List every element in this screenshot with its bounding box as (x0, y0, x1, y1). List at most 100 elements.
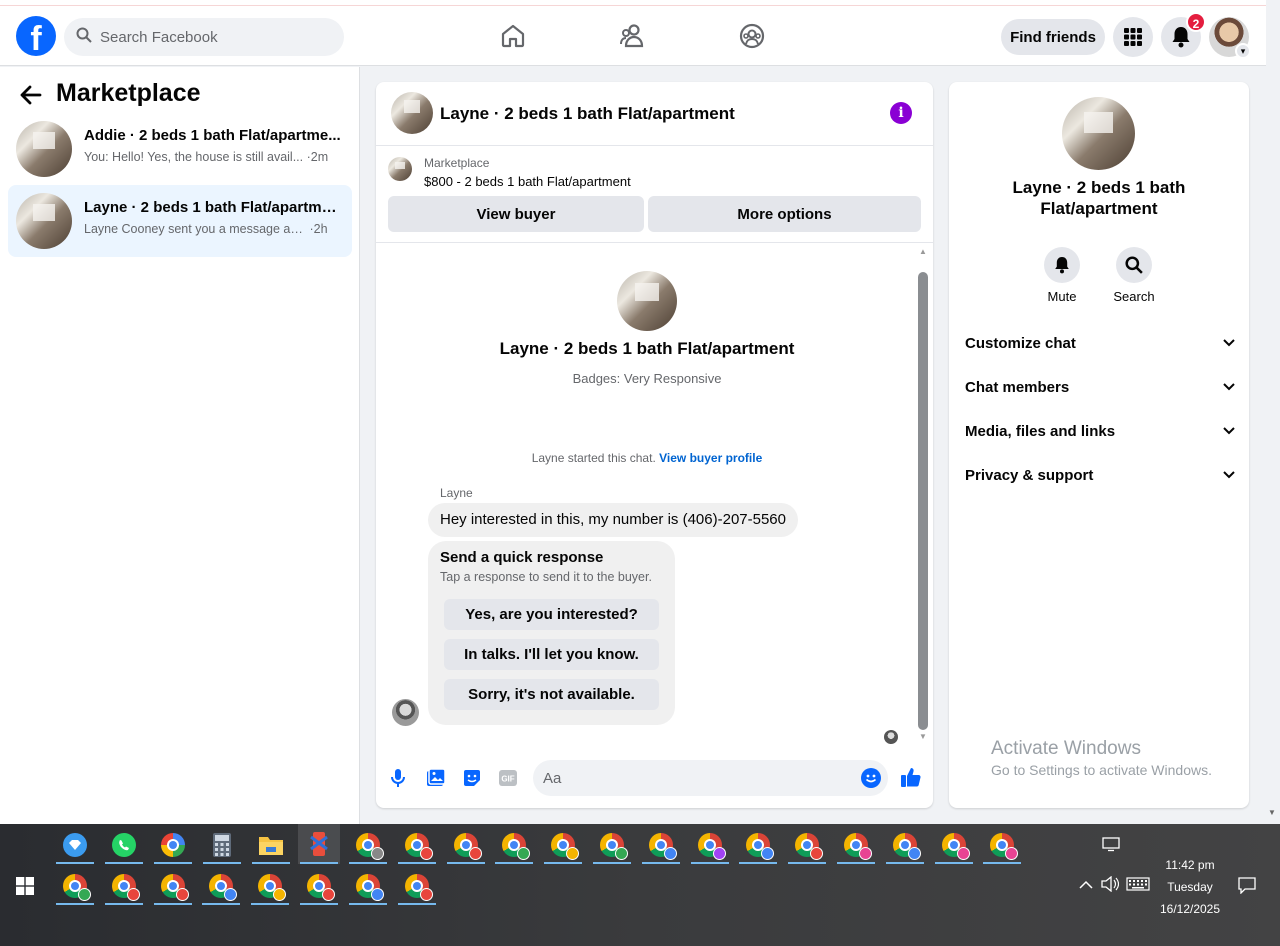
network-desktop-icon[interactable] (1102, 836, 1120, 855)
keyboard-icon[interactable] (1126, 877, 1150, 894)
snipping-tool-icon[interactable] (298, 824, 340, 864)
search-in-chat-button[interactable]: Search (1104, 247, 1164, 304)
marketplace-label: Marketplace (424, 156, 490, 170)
chrome-window-icon[interactable] (249, 867, 291, 905)
friends-icon[interactable] (617, 20, 649, 52)
mute-button[interactable]: Mute (1032, 247, 1092, 304)
find-friends-button[interactable]: Find friends (1001, 19, 1105, 55)
chrome-window-icon[interactable] (347, 867, 389, 905)
chrome-window-icon[interactable] (884, 826, 926, 864)
chat-details-panel: Layne · 2 beds 1 bath Flat/apartment Mut… (949, 82, 1249, 808)
chrome-window-icon[interactable] (689, 826, 731, 864)
sticker-icon[interactable] (462, 768, 482, 793)
chat-avatar[interactable] (391, 92, 433, 134)
microphone-icon[interactable] (390, 768, 406, 793)
customize-chat-section[interactable]: Customize chat (965, 329, 1235, 357)
scroll-down-arrow-icon[interactable]: ▼ (919, 732, 927, 741)
quick-response-subtitle: Tap a response to send it to the buyer. (440, 570, 652, 584)
conversation-time: ·2m (306, 150, 329, 164)
home-icon[interactable] (497, 20, 529, 52)
conversation-item[interactable]: Addie · 2 beds 1 bath Flat/apartme... Yo… (8, 113, 352, 185)
quick-response-button[interactable]: In talks. I'll let you know. (444, 639, 659, 670)
quick-response-button[interactable]: Sorry, it's not available. (444, 679, 659, 710)
more-options-button[interactable]: More options (648, 196, 921, 232)
chat-title[interactable]: Layne · 2 beds 1 bath Flat/apartment (440, 104, 735, 124)
chevron-up-icon[interactable] (1079, 878, 1093, 893)
top-navigation-bar: f Find friends 2 ▾ (0, 6, 1266, 66)
section-label: Privacy & support (965, 466, 1094, 484)
conversation-message: Layne Cooney sent you a message ab... (84, 222, 306, 236)
media-files-links-section[interactable]: Media, files and links (965, 417, 1235, 445)
view-buyer-profile-link[interactable]: View buyer profile (659, 451, 762, 465)
chrome-window-icon[interactable] (347, 826, 389, 864)
chrome-window-icon[interactable] (835, 826, 877, 864)
system-clock[interactable]: 11:42 pm Tuesday 16/12/2025 (1150, 854, 1230, 920)
sender-name: Layne (440, 486, 473, 500)
bell-icon (1044, 247, 1080, 283)
chrome-window-icon[interactable] (493, 826, 535, 864)
chrome-window-icon[interactable] (981, 826, 1023, 864)
groups-icon[interactable] (736, 20, 768, 52)
calculator-icon[interactable] (201, 826, 243, 864)
chat-started-text: Layne started this chat. (531, 451, 656, 465)
listing-thumbnail (16, 121, 72, 177)
watermark-subtitle: Go to Settings to activate Windows. (991, 762, 1212, 778)
chrome-window-icon[interactable] (54, 867, 96, 905)
chrome-window-icon[interactable] (152, 867, 194, 905)
clock-date: 16/12/2025 (1159, 902, 1221, 916)
chrome-window-icon[interactable] (591, 826, 633, 864)
chat-members-section[interactable]: Chat members (965, 373, 1235, 401)
whatsapp-icon[interactable] (103, 826, 145, 864)
photo-attach-icon[interactable] (426, 768, 446, 793)
chrome-window-icon[interactable] (200, 867, 242, 905)
chat-panel: Layne · 2 beds 1 bath Flat/apartment i M… (376, 82, 933, 808)
message-input[interactable] (543, 769, 843, 787)
windows-start-icon[interactable] (16, 877, 34, 900)
sender-avatar[interactable] (392, 699, 419, 726)
chrome-window-icon[interactable] (396, 826, 438, 864)
file-explorer-icon[interactable] (250, 826, 292, 864)
chrome-window-icon[interactable] (737, 826, 779, 864)
chrome-window-icon[interactable] (542, 826, 584, 864)
chrome-window-icon[interactable] (933, 826, 975, 864)
info-icon[interactable]: i (890, 102, 912, 124)
search-facebook-box[interactable] (64, 18, 344, 56)
clock-time: 11:42 pm (1165, 858, 1215, 872)
notification-count-badge: 2 (1186, 12, 1206, 32)
chrome-window-icon[interactable] (640, 826, 682, 864)
volume-icon[interactable] (1101, 875, 1120, 895)
chrome-window-icon[interactable] (786, 826, 828, 864)
menu-grid-icon[interactable] (1113, 17, 1153, 57)
facebook-logo-icon[interactable]: f (16, 16, 56, 56)
listing-price[interactable]: $800 - 2 beds 1 bath Flat/apartment (424, 174, 631, 189)
chrome-window-icon[interactable] (396, 867, 438, 905)
chrome-window-icon[interactable] (103, 867, 145, 905)
message-composer[interactable] (533, 760, 888, 796)
back-arrow-icon[interactable] (20, 81, 42, 112)
message-bubble[interactable]: Hey interested in this, my number is (40… (428, 503, 798, 537)
quick-response-card: Send a quick response Tap a response to … (428, 541, 675, 725)
search-input[interactable] (100, 28, 330, 46)
scrollbar-thumb[interactable] (918, 272, 928, 730)
scroll-up-arrow-icon[interactable]: ▲ (919, 247, 927, 256)
account-chevron-down-icon[interactable]: ▾ (1235, 43, 1251, 59)
page-scroll-down-arrow-icon[interactable]: ▼ (1268, 808, 1276, 817)
emoji-icon[interactable] (861, 768, 881, 788)
chrome-window-icon[interactable] (445, 826, 487, 864)
view-buyer-button[interactable]: View buyer (388, 196, 644, 232)
conversation-item-selected[interactable]: Layne · 2 beds 1 bath Flat/apartment Lay… (8, 185, 352, 257)
conversation-preview: You: Hello! Yes, the house is still avai… (84, 150, 344, 164)
chrome-window-icon[interactable] (298, 867, 340, 905)
intro-badges: Badges: Very Responsive (572, 371, 722, 386)
chevron-down-icon (1223, 468, 1235, 482)
gif-icon[interactable]: GIF (498, 768, 518, 793)
thumbs-up-icon[interactable] (900, 766, 922, 793)
privacy-support-section[interactable]: Privacy & support (965, 461, 1235, 489)
google-app-icon[interactable] (152, 826, 194, 864)
conversation-time: ·2h (309, 222, 328, 236)
taskbar-app-icon[interactable] (54, 826, 96, 864)
quick-response-button[interactable]: Yes, are you interested? (444, 599, 659, 630)
listing-thumbnail[interactable] (388, 157, 412, 181)
action-center-icon[interactable] (1238, 876, 1256, 897)
mute-label: Mute (1047, 289, 1077, 304)
